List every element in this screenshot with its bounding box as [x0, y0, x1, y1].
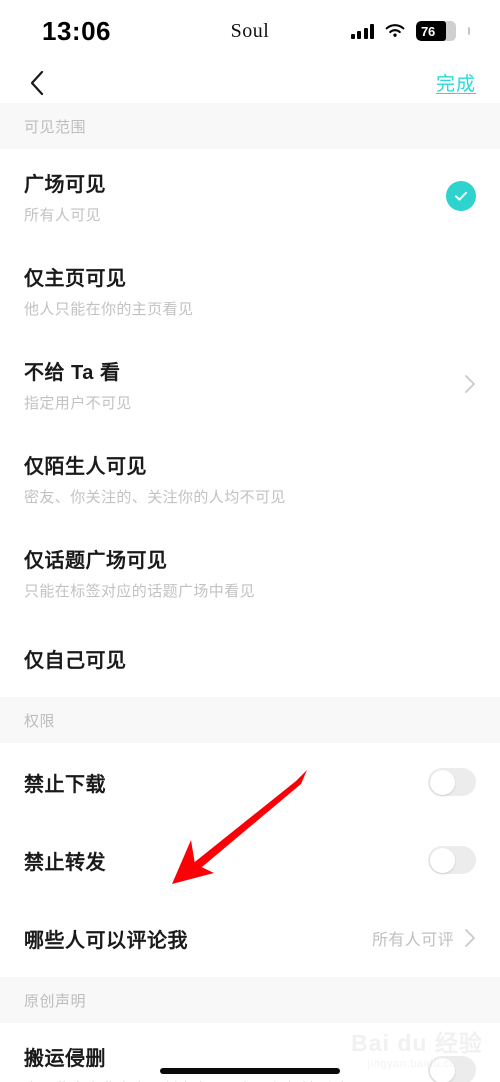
signal-bars-icon	[350, 23, 374, 39]
row-texts: 禁止转发	[24, 846, 106, 875]
row-title: 搬运侵删	[24, 1047, 106, 1070]
list-row[interactable]: 不给 Ta 看指定用户不可见	[0, 337, 500, 431]
row-title: 不给 Ta 看	[24, 361, 121, 384]
list-row[interactable]: 仅话题广场可见只能在标签对应的话题广场中看见	[0, 525, 500, 619]
status-time: 13:06	[42, 15, 111, 46]
toggle-knob	[429, 769, 455, 795]
list-row[interactable]: 哪些人可以评论我 所有人可评	[0, 899, 500, 977]
chevron-right-icon	[464, 928, 476, 948]
wifi-icon	[384, 23, 406, 39]
section-rows: 广场可见 所有人可见 仅主页可见 他人只能在你的主页看见 不给 Ta 看指定用户不可见仅…	[0, 149, 500, 697]
row-subtitle: 申明此内容非本人原创内容，可免于侵权被删除	[24, 1078, 347, 1082]
navigation-bar: 完成	[0, 62, 500, 103]
row-subtitle: 他人只能在你的主页看见	[24, 300, 194, 318]
row-texts: 广场可见 所有人可见	[24, 168, 106, 225]
row-subtitle: 只能在标签对应的话题广场中看见	[24, 582, 256, 600]
list-row[interactable]: 禁止下载	[0, 743, 500, 821]
list-row[interactable]: 仅主页可见他人只能在你的主页看见	[0, 243, 500, 337]
chevron-left-icon	[29, 70, 45, 96]
phone-screen: 13:06 Soul 76 完成 可见范围 广场可见 所有人可见 仅主页可见 他…	[0, 0, 500, 1082]
row-texts: 禁止下载	[24, 768, 106, 797]
row-texts: 仅陌生人可见密友、你关注的、关注你的人均不可见	[24, 450, 286, 507]
battery-tip	[467, 27, 470, 35]
battery-icon: 76	[416, 21, 456, 41]
toggle-switch[interactable]	[428, 846, 476, 874]
row-control	[428, 768, 476, 796]
list-row[interactable]: 广场可见 所有人可见	[0, 149, 500, 243]
battery-percent: 76	[421, 23, 436, 39]
section-header: 原创声明	[0, 977, 500, 1023]
section-rows: 禁止下载禁止转发哪些人可以评论我 所有人可评	[0, 743, 500, 977]
back-button[interactable]	[22, 68, 52, 98]
row-title: 仅主页可见	[24, 267, 127, 290]
row-texts: 仅主页可见他人只能在你的主页看见	[24, 262, 193, 319]
row-title: 禁止下载	[24, 773, 106, 796]
status-indicators: 76	[350, 21, 470, 41]
row-control	[446, 181, 476, 211]
toggle-switch[interactable]	[428, 768, 476, 796]
status-bar: 13:06 Soul 76	[0, 0, 500, 62]
section-header: 权限	[0, 697, 500, 743]
list-row[interactable]: 仅陌生人可见密友、你关注的、关注你的人均不可见	[0, 431, 500, 525]
done-button[interactable]: 完成	[436, 69, 476, 96]
row-title: 仅陌生人可见	[24, 455, 147, 478]
toggle-switch[interactable]	[428, 1056, 476, 1082]
row-value: 所有人可评	[371, 932, 454, 949]
chevron-right-icon	[464, 374, 476, 394]
row-title: 广场可见	[24, 173, 106, 196]
row-control	[464, 374, 476, 394]
selected-check-icon[interactable]	[446, 181, 476, 211]
row-title: 仅自己可见	[24, 649, 127, 672]
section-header: 可见范围	[0, 103, 500, 149]
home-indicator	[160, 1068, 340, 1074]
row-texts: 哪些人可以评论我	[24, 924, 188, 953]
row-texts: 仅自己可见	[24, 644, 127, 673]
row-title: 仅话题广场可见	[24, 549, 168, 572]
toggle-knob	[429, 1057, 455, 1082]
row-control: 所有人可评	[372, 926, 476, 950]
settings-list: 可见范围广场可见所有人可见仅主页可见他人只能在你的主页看见不给 Ta 看指定用户…	[0, 103, 500, 1082]
row-subtitle: 指定用户不可见	[24, 394, 132, 412]
row-subtitle: 所有人可见	[24, 206, 102, 224]
list-row[interactable]: 仅自己可见	[0, 619, 500, 697]
row-title: 禁止转发	[24, 851, 106, 874]
row-texts: 仅话题广场可见只能在标签对应的话题广场中看见	[24, 544, 255, 601]
row-texts: 搬运侵删申明此内容非本人原创内容，可免于侵权被删除	[24, 1042, 347, 1082]
toggle-knob	[429, 847, 455, 873]
row-control	[428, 1056, 476, 1082]
row-control	[428, 846, 476, 874]
list-row[interactable]: 禁止转发	[0, 821, 500, 899]
row-title: 哪些人可以评论我	[24, 929, 188, 952]
row-subtitle: 密友、你关注的、关注你的人均不可见	[24, 488, 286, 506]
row-texts: 不给 Ta 看指定用户不可见	[24, 356, 132, 413]
